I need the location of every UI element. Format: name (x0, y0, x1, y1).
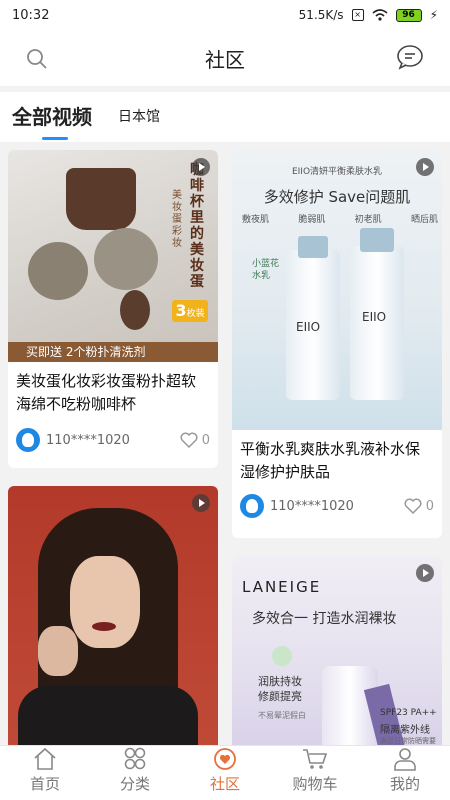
portrait-face (70, 556, 140, 648)
post-meta: 110****1020 0 (8, 422, 218, 458)
page-title: 社区 (205, 47, 245, 72)
community-icon (214, 748, 236, 770)
nav-label: 购物车 (292, 775, 338, 793)
status-time: 10:32 (12, 7, 50, 23)
image-count-unit: 枚装 (186, 309, 205, 319)
status-right: 51.5K/s × 96 ⚡ (299, 8, 438, 22)
play-icon[interactable] (416, 158, 434, 176)
profile-icon (394, 748, 416, 771)
nav-label: 社区 (209, 775, 240, 793)
post-image: LANEIGE 多效合一 打造水润裸妆 润肤持妆 修颜提亮 不易晕泥假白 SPF… (232, 556, 442, 745)
image-small-text: 满足日常防晒需要 (380, 737, 436, 745)
image-tag: 初老肌 (354, 215, 382, 225)
image-tag: 晒后肌 (410, 215, 438, 225)
tab-japan[interactable]: 日本馆 (118, 106, 160, 142)
like-count: 0 (425, 498, 434, 514)
nav-label: 分类 (119, 775, 150, 793)
battery-icon: 96 (395, 8, 422, 22)
home-icon (34, 747, 56, 770)
post-image: 咖啡杯里的美妆蛋 美妆蛋彩妆 3枚装 买即送 2个粉扑清洗剂 (8, 150, 218, 362)
tab-all-videos[interactable]: 全部视频 (12, 101, 92, 142)
image-headline: 多效合一 打造水润裸妆 (252, 611, 397, 627)
post-image: EIIO清妍平衡柔肤水乳 多效修护 Save问题肌 敷夜肌 脆弱肌 初老肌 晒后… (232, 150, 442, 430)
image-spf-label: 隔离紫外线 (380, 725, 430, 736)
heart-icon (180, 432, 198, 448)
play-icon[interactable] (192, 158, 210, 176)
image-brand: EIIO (362, 310, 387, 324)
product-sponge (28, 242, 88, 300)
username: 110****1020 (270, 498, 354, 514)
image-top-text: EIIO清妍平衡柔肤水乳 (291, 167, 383, 177)
image-brand: LANEIGE (242, 578, 322, 596)
cart-icon (303, 749, 328, 769)
search-icon[interactable] (26, 48, 48, 70)
image-badge: 小蓝花 水乳 (252, 259, 280, 281)
image-brand: EIIO (296, 320, 321, 334)
image-vertical-text: 咖啡杯里的美妆蛋 (190, 162, 204, 290)
avatar (16, 428, 40, 452)
sim-icon: × (351, 9, 364, 21)
post-card[interactable]: EIIO清妍平衡柔肤水乳 多效修护 Save问题肌 敷夜肌 脆弱肌 初老肌 晒后… (232, 150, 442, 538)
charging-icon: ⚡ (429, 8, 438, 22)
wifi-icon (372, 9, 388, 21)
portrait-lips (92, 622, 116, 631)
portrait-hand (38, 626, 78, 676)
play-icon[interactable] (192, 494, 210, 512)
product-sponge (120, 290, 150, 330)
post-card[interactable] (8, 486, 218, 745)
nav-category[interactable]: 分类 (90, 746, 180, 800)
like-control[interactable]: 0 (180, 432, 210, 448)
post-image (8, 486, 218, 745)
post-title: 平衡水乳爽肤水乳液补水保湿修护护肤品 (240, 440, 421, 481)
status-bar: 10:32 51.5K/s × 96 ⚡ (0, 0, 450, 30)
image-spf: SPF23 PA++ (380, 708, 437, 718)
post-meta: 110****1020 0 (232, 488, 442, 524)
image-tag: 敷夜肌 (242, 215, 270, 225)
image-tags: 敷夜肌 脆弱肌 初老肌 晒后肌 (242, 212, 438, 225)
product-cup (66, 168, 136, 230)
nav-community[interactable]: 社区 (180, 746, 270, 800)
leaf-icon (272, 646, 292, 666)
network-speed: 51.5K/s (298, 8, 344, 22)
username: 110****1020 (46, 432, 130, 448)
post-card[interactable]: 咖啡杯里的美妆蛋 美妆蛋彩妆 3枚装 买即送 2个粉扑清洗剂 美妆蛋化妆彩妆蛋粉… (8, 150, 218, 468)
post-card[interactable]: LANEIGE 多效合一 打造水润裸妆 润肤持妆 修颜提亮 不易晕泥假白 SPF… (232, 556, 442, 745)
like-count: 0 (201, 432, 210, 448)
post-title: 美妆蛋化妆彩妆蛋粉扑超软海绵不吃粉咖啡杯 (16, 372, 197, 413)
post-feed: 咖啡杯里的美妆蛋 美妆蛋彩妆 3枚装 买即送 2个粉扑清洗剂 美妆蛋化妆彩妆蛋粉… (0, 142, 450, 745)
app-header: 社区 (0, 30, 450, 86)
heart-icon (404, 498, 422, 514)
image-count: 3枚装 (172, 300, 208, 322)
avatar (240, 494, 264, 518)
play-icon[interactable] (416, 564, 434, 582)
product-sponge (94, 228, 158, 290)
nav-label: 首页 (29, 775, 60, 793)
image-tag: 脆弱肌 (298, 215, 326, 225)
image-headline: 多效修护 Save问题肌 (263, 188, 411, 206)
nav-cart[interactable]: 购物车 (270, 746, 360, 800)
product-bottle-cap (360, 228, 394, 252)
nav-label: 我的 (389, 775, 420, 793)
nav-profile[interactable]: 我的 (360, 746, 450, 800)
like-control[interactable]: 0 (404, 498, 434, 514)
product-bottle-cap (298, 236, 328, 258)
bottom-nav: 首页 分类 社区 购物车 我的 (0, 745, 450, 800)
portrait-top (18, 686, 198, 745)
message-icon[interactable] (396, 44, 424, 70)
image-note: 不易晕泥假白 (258, 711, 306, 720)
image-bullet: 润肤持妆 修颜提亮 (258, 675, 302, 703)
image-side-text: 美妆蛋彩妆 (172, 190, 182, 249)
category-tabs: 全部视频 日本馆 (0, 92, 450, 142)
nav-home[interactable]: 首页 (0, 746, 90, 800)
image-count-number: 3 (175, 301, 187, 320)
image-banner: 买即送 2个粉扑清洗剂 (8, 342, 218, 362)
category-icon (124, 747, 146, 770)
